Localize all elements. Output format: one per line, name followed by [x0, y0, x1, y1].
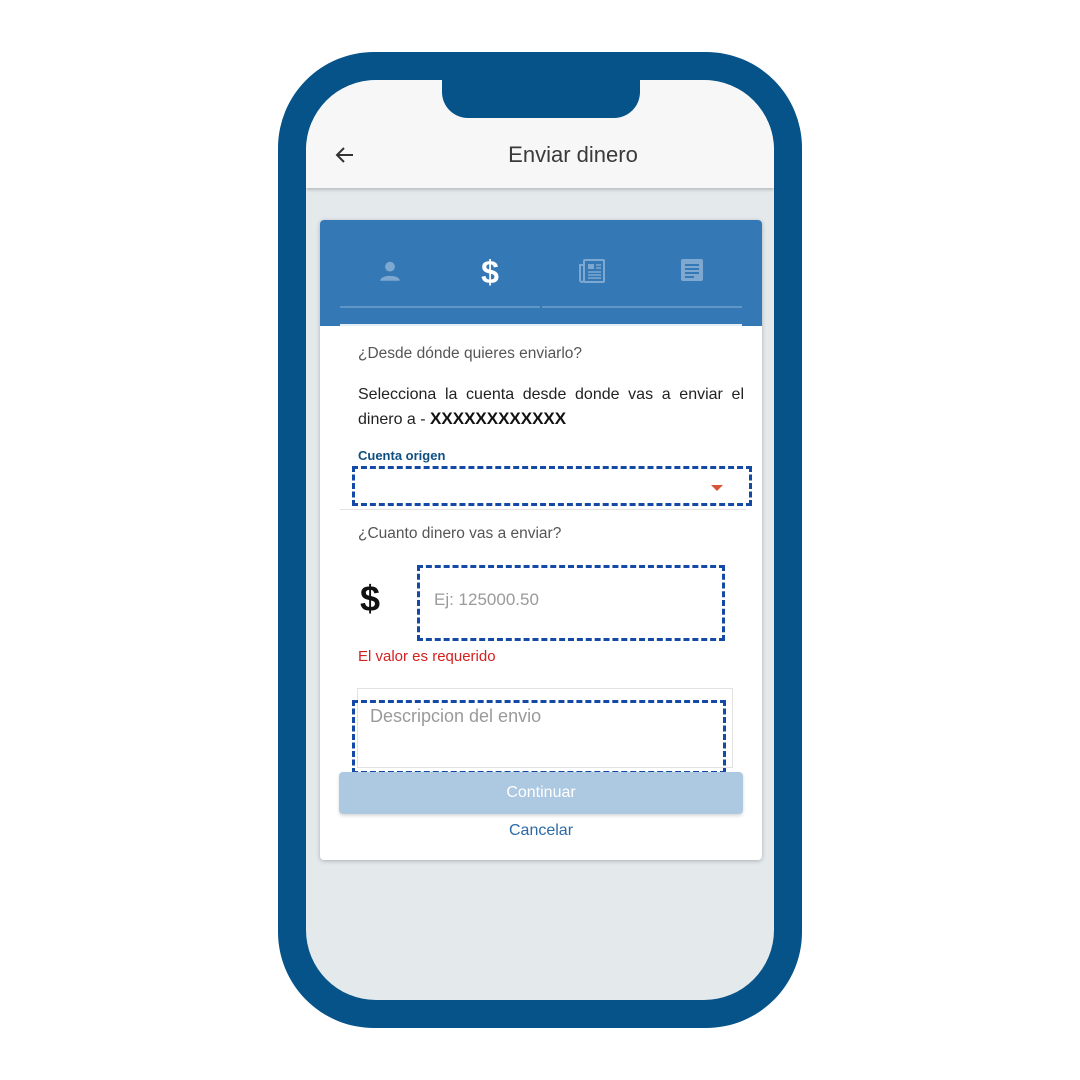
- amount-input[interactable]: Ej: 125000.50: [417, 565, 725, 641]
- dollar-icon: $: [481, 254, 499, 290]
- phone-screen: Enviar dinero $ ¿Desde dónde quieres env…: [306, 80, 774, 1000]
- amount-question: ¿Cuanto dinero vas a enviar?: [358, 525, 562, 542]
- origin-instruction: Selecciona la cuenta desde donde vas a e…: [358, 383, 744, 432]
- step-amount[interactable]: $: [440, 254, 540, 308]
- phone-notch: [442, 66, 640, 118]
- person-icon: [380, 261, 400, 281]
- cancel-link[interactable]: Cancelar: [320, 822, 762, 840]
- step-progress-line: [340, 324, 742, 326]
- origin-account-label: Cuenta origen: [358, 448, 446, 463]
- transfer-card: $ ¿Desde dónde quieres enviarlo? Selecci…: [320, 220, 762, 860]
- stepper-header: $: [320, 220, 762, 326]
- step-underline: [440, 306, 540, 308]
- continue-button[interactable]: Continuar: [339, 772, 743, 814]
- document-icon: [681, 259, 703, 281]
- step-details[interactable]: [542, 258, 642, 308]
- page-title: Enviar dinero: [508, 142, 638, 167]
- step-underline: [542, 306, 642, 308]
- origin-account-select[interactable]: [352, 466, 752, 506]
- amount-placeholder: Ej: 125000.50: [434, 590, 539, 609]
- step-summary[interactable]: [642, 258, 742, 308]
- step-recipient[interactable]: [340, 258, 440, 308]
- step-underline: [340, 306, 440, 308]
- step-underline: [642, 306, 742, 308]
- description-placeholder: Descripcion del envio: [370, 706, 542, 726]
- dropdown-arrow-icon: [711, 485, 723, 491]
- recipient-account: XXXXXXXXXXXX: [430, 409, 567, 428]
- amount-error-message: El valor es requerido: [358, 648, 496, 665]
- newspaper-icon: [579, 259, 605, 283]
- origin-question: ¿Desde dónde quieres enviarlo?: [358, 345, 583, 362]
- divider: [340, 509, 746, 510]
- currency-symbol: $: [360, 578, 381, 619]
